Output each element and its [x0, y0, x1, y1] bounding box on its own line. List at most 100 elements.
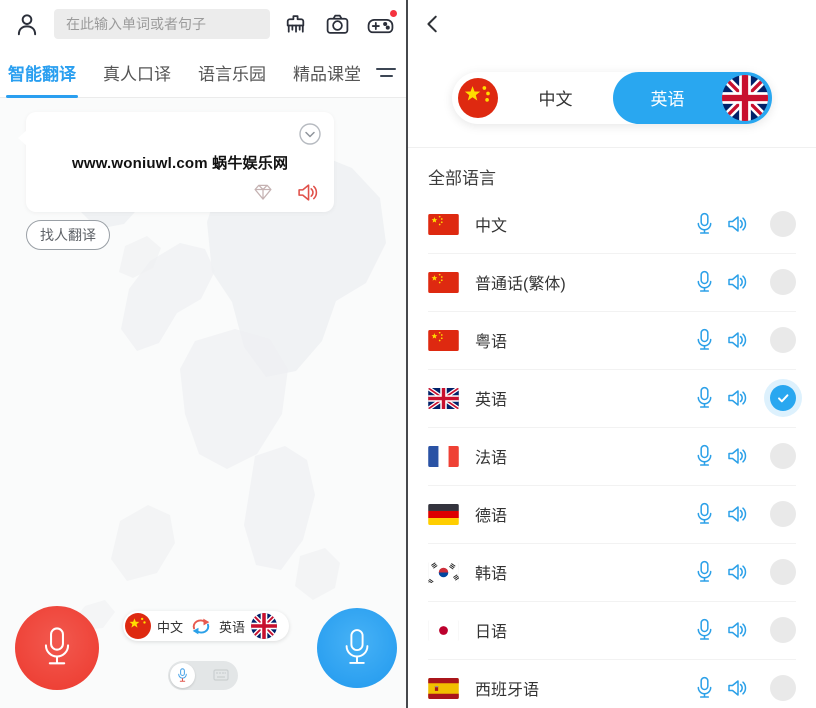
- mic-icon[interactable]: [695, 502, 714, 527]
- language-row[interactable]: 粤语: [408, 311, 816, 369]
- main-translation-panel: 智能翻译 真人口译 语言乐园 精品课堂: [0, 0, 406, 708]
- speaker-icon[interactable]: [727, 389, 747, 407]
- language-row[interactable]: 日语: [408, 601, 816, 659]
- radio-unselected[interactable]: [770, 327, 796, 353]
- mic-icon[interactable]: [695, 328, 714, 353]
- language-switcher[interactable]: 中文 英语: [123, 611, 289, 641]
- header-icons: [283, 12, 394, 37]
- right-top-bar: [408, 0, 816, 48]
- mic-mode-knob: [170, 663, 195, 688]
- tab-human-interpreter[interactable]: 真人口译: [103, 48, 171, 98]
- de-flag-icon: [428, 504, 459, 525]
- language-row[interactable]: 韩语: [408, 543, 816, 601]
- language-label: 法语: [475, 444, 695, 468]
- language-label: 粤语: [475, 328, 695, 352]
- jp-flag-icon: [428, 620, 459, 641]
- radio-unselected[interactable]: [770, 443, 796, 469]
- translation-content-area: www.woniuwl.com 蜗牛娱乐网 找人翻译: [0, 98, 406, 708]
- speaker-icon[interactable]: [727, 505, 747, 523]
- speaker-icon[interactable]: [727, 447, 747, 465]
- speaker-icon[interactable]: [727, 273, 747, 291]
- user-icon[interactable]: [14, 11, 40, 37]
- notification-dot: [390, 10, 397, 17]
- mic-icon[interactable]: [695, 676, 714, 701]
- segment-english-label: 英语: [613, 85, 722, 110]
- cn-flag-icon: [428, 272, 459, 293]
- card-actions: [253, 182, 318, 202]
- radio-unselected[interactable]: [770, 501, 796, 527]
- speaker-icon[interactable]: [727, 563, 747, 581]
- china-flag-icon: [458, 78, 498, 118]
- language-label: 德语: [475, 502, 695, 526]
- mic-icon[interactable]: [695, 212, 714, 237]
- gamepad-icon[interactable]: [367, 12, 394, 37]
- language-list: 中文 普通话(繁体) 粤语 英语 法语 德语 韩语: [408, 195, 816, 708]
- language-pair-selector-section: 中文 英语: [408, 48, 816, 148]
- target-language-label: 英语: [219, 617, 245, 636]
- uk-flag-icon: [251, 613, 277, 639]
- language-selection-panel: 中文 英语 全部语言 中: [408, 0, 816, 708]
- language-row[interactable]: 英语: [408, 369, 816, 427]
- speaker-icon[interactable]: [727, 331, 747, 349]
- gb-flag-icon: [428, 388, 459, 409]
- collapse-chevron-icon[interactable]: [298, 122, 322, 146]
- speaker-icon[interactable]: [297, 183, 318, 202]
- tab-language-park[interactable]: 语言乐园: [198, 48, 266, 98]
- left-top-bar: [0, 0, 406, 48]
- input-mode-toggle[interactable]: [168, 661, 238, 690]
- mic-icon[interactable]: [695, 560, 714, 585]
- language-label: 普通话(繁体): [475, 270, 695, 294]
- record-source-mic-button[interactable]: [15, 606, 99, 690]
- watermark-text: www.woniuwl.com 蜗牛娱乐网: [72, 152, 288, 173]
- language-row[interactable]: 中文: [408, 195, 816, 253]
- radio-unselected[interactable]: [770, 675, 796, 701]
- keyboard-icon: [213, 668, 229, 686]
- radio-selected[interactable]: [770, 385, 796, 411]
- uk-flag-icon: [722, 75, 768, 121]
- source-language-label: 中文: [157, 617, 183, 636]
- segment-chinese-label: 中文: [498, 85, 613, 110]
- speaker-icon[interactable]: [727, 215, 747, 233]
- language-row[interactable]: 西班牙语: [408, 659, 816, 708]
- kr-flag-icon: [428, 562, 459, 583]
- segment-english[interactable]: 英语: [613, 72, 772, 124]
- mic-icon[interactable]: [695, 618, 714, 643]
- language-row[interactable]: 普通话(繁体): [408, 253, 816, 311]
- language-label: 英语: [475, 386, 695, 410]
- translation-card: www.woniuwl.com 蜗牛娱乐网: [26, 112, 334, 212]
- language-pair-selector: 中文 英语: [452, 72, 772, 124]
- camera-icon[interactable]: [325, 12, 350, 37]
- speaker-icon[interactable]: [727, 621, 747, 639]
- language-label: 西班牙语: [475, 676, 695, 700]
- radio-unselected[interactable]: [770, 559, 796, 585]
- speaker-icon[interactable]: [727, 679, 747, 697]
- radio-unselected[interactable]: [770, 617, 796, 643]
- tab-smart-translate[interactable]: 智能翻译: [8, 48, 76, 98]
- translator-app: 智能翻译 真人口译 语言乐园 精品课堂: [0, 0, 816, 708]
- find-translator-button[interactable]: 找人翻译: [26, 220, 110, 250]
- swap-languages-icon[interactable]: [189, 616, 213, 637]
- tab-bar: 智能翻译 真人口译 语言乐园 精品课堂: [0, 48, 406, 98]
- radio-unselected[interactable]: [770, 269, 796, 295]
- language-row[interactable]: 德语: [408, 485, 816, 543]
- more-menu-icon[interactable]: [376, 68, 396, 77]
- mic-icon[interactable]: [695, 270, 714, 295]
- language-label: 日语: [475, 618, 695, 642]
- language-row[interactable]: 法语: [408, 427, 816, 485]
- language-label: 中文: [475, 212, 695, 236]
- brush-icon[interactable]: [283, 12, 308, 37]
- search-input[interactable]: [54, 9, 270, 39]
- diamond-icon[interactable]: [253, 182, 273, 202]
- segment-chinese[interactable]: 中文: [452, 72, 613, 124]
- all-languages-heading: 全部语言: [428, 164, 816, 189]
- mic-icon[interactable]: [695, 386, 714, 411]
- radio-unselected[interactable]: [770, 211, 796, 237]
- language-label: 韩语: [475, 560, 695, 584]
- china-flag-icon: [125, 613, 151, 639]
- record-target-mic-button[interactable]: [317, 608, 397, 688]
- cn-flag-icon: [428, 214, 459, 235]
- back-icon[interactable]: [422, 13, 444, 35]
- mic-icon[interactable]: [695, 444, 714, 469]
- tab-premium-courses[interactable]: 精品课堂: [293, 48, 361, 98]
- cn-flag-icon: [428, 330, 459, 351]
